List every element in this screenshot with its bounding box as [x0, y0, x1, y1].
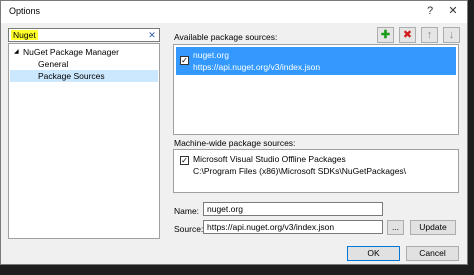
- clear-search-icon[interactable]: ✕: [147, 29, 157, 41]
- update-button[interactable]: Update: [410, 220, 456, 235]
- tree-item-label: NuGet Package Manager: [23, 47, 119, 57]
- source-path: C:\Program Files (x86)\Microsoft SDKs\Nu…: [193, 166, 407, 176]
- tree-item-label: Package Sources: [38, 71, 105, 81]
- search-input[interactable]: Nuget ✕: [8, 28, 160, 42]
- move-up-button[interactable]: ↑: [421, 27, 438, 43]
- move-down-button[interactable]: ↓: [443, 27, 460, 43]
- background-code-editor: [0, 265, 474, 275]
- tree-item-nuget-package-manager[interactable]: ◢ NuGet Package Manager: [10, 46, 158, 58]
- available-sources-list: ✓ nuget.org https://api.nuget.org/v3/ind…: [173, 44, 459, 135]
- enable-source-checkbox[interactable]: ✓: [180, 156, 189, 165]
- machine-wide-list: ✓ Microsoft Visual Studio Offline Packag…: [173, 149, 459, 193]
- check-icon: ✓: [181, 156, 188, 165]
- list-item[interactable]: ✓ nuget.org https://api.nuget.org/v3/ind…: [176, 47, 456, 75]
- browse-button[interactable]: ...: [387, 220, 404, 235]
- source-name: Microsoft Visual Studio Offline Packages: [193, 154, 346, 164]
- options-tree: ◢ NuGet Package Manager General Package …: [8, 43, 160, 239]
- name-label: Name:: [174, 206, 200, 216]
- available-sources-label: Available package sources:: [174, 32, 278, 42]
- source-name: nuget.org: [193, 50, 229, 60]
- remove-source-button[interactable]: ✖: [399, 27, 416, 43]
- tree-item-package-sources[interactable]: Package Sources: [10, 70, 158, 82]
- machine-wide-label: Machine-wide package sources:: [174, 138, 296, 148]
- expanded-arrow-icon[interactable]: ◢: [14, 46, 19, 58]
- check-icon: ✓: [181, 56, 188, 65]
- ok-button[interactable]: OK: [347, 246, 400, 261]
- tree-item-label: General: [38, 59, 69, 69]
- search-value: Nuget: [11, 30, 38, 40]
- source-label: Source:: [174, 224, 204, 234]
- help-button[interactable]: ?: [421, 3, 439, 19]
- options-dialog: Options ? ✕ Nuget ✕ ◢ NuGet Package Mana…: [0, 0, 468, 265]
- add-source-button[interactable]: ✚: [377, 27, 394, 43]
- window-title: Options: [9, 6, 41, 16]
- enable-source-checkbox[interactable]: ✓: [180, 56, 189, 65]
- tree-item-general[interactable]: General: [10, 58, 158, 70]
- close-button[interactable]: ✕: [444, 3, 462, 19]
- name-field[interactable]: nuget.org: [203, 202, 383, 216]
- list-item[interactable]: ✓ Microsoft Visual Studio Offline Packag…: [176, 152, 456, 180]
- source-url: https://api.nuget.org/v3/index.json: [193, 62, 321, 72]
- source-field[interactable]: https://api.nuget.org/v3/index.json: [203, 220, 383, 234]
- cancel-button[interactable]: Cancel: [406, 246, 459, 261]
- title-bar: Options ? ✕: [1, 1, 467, 23]
